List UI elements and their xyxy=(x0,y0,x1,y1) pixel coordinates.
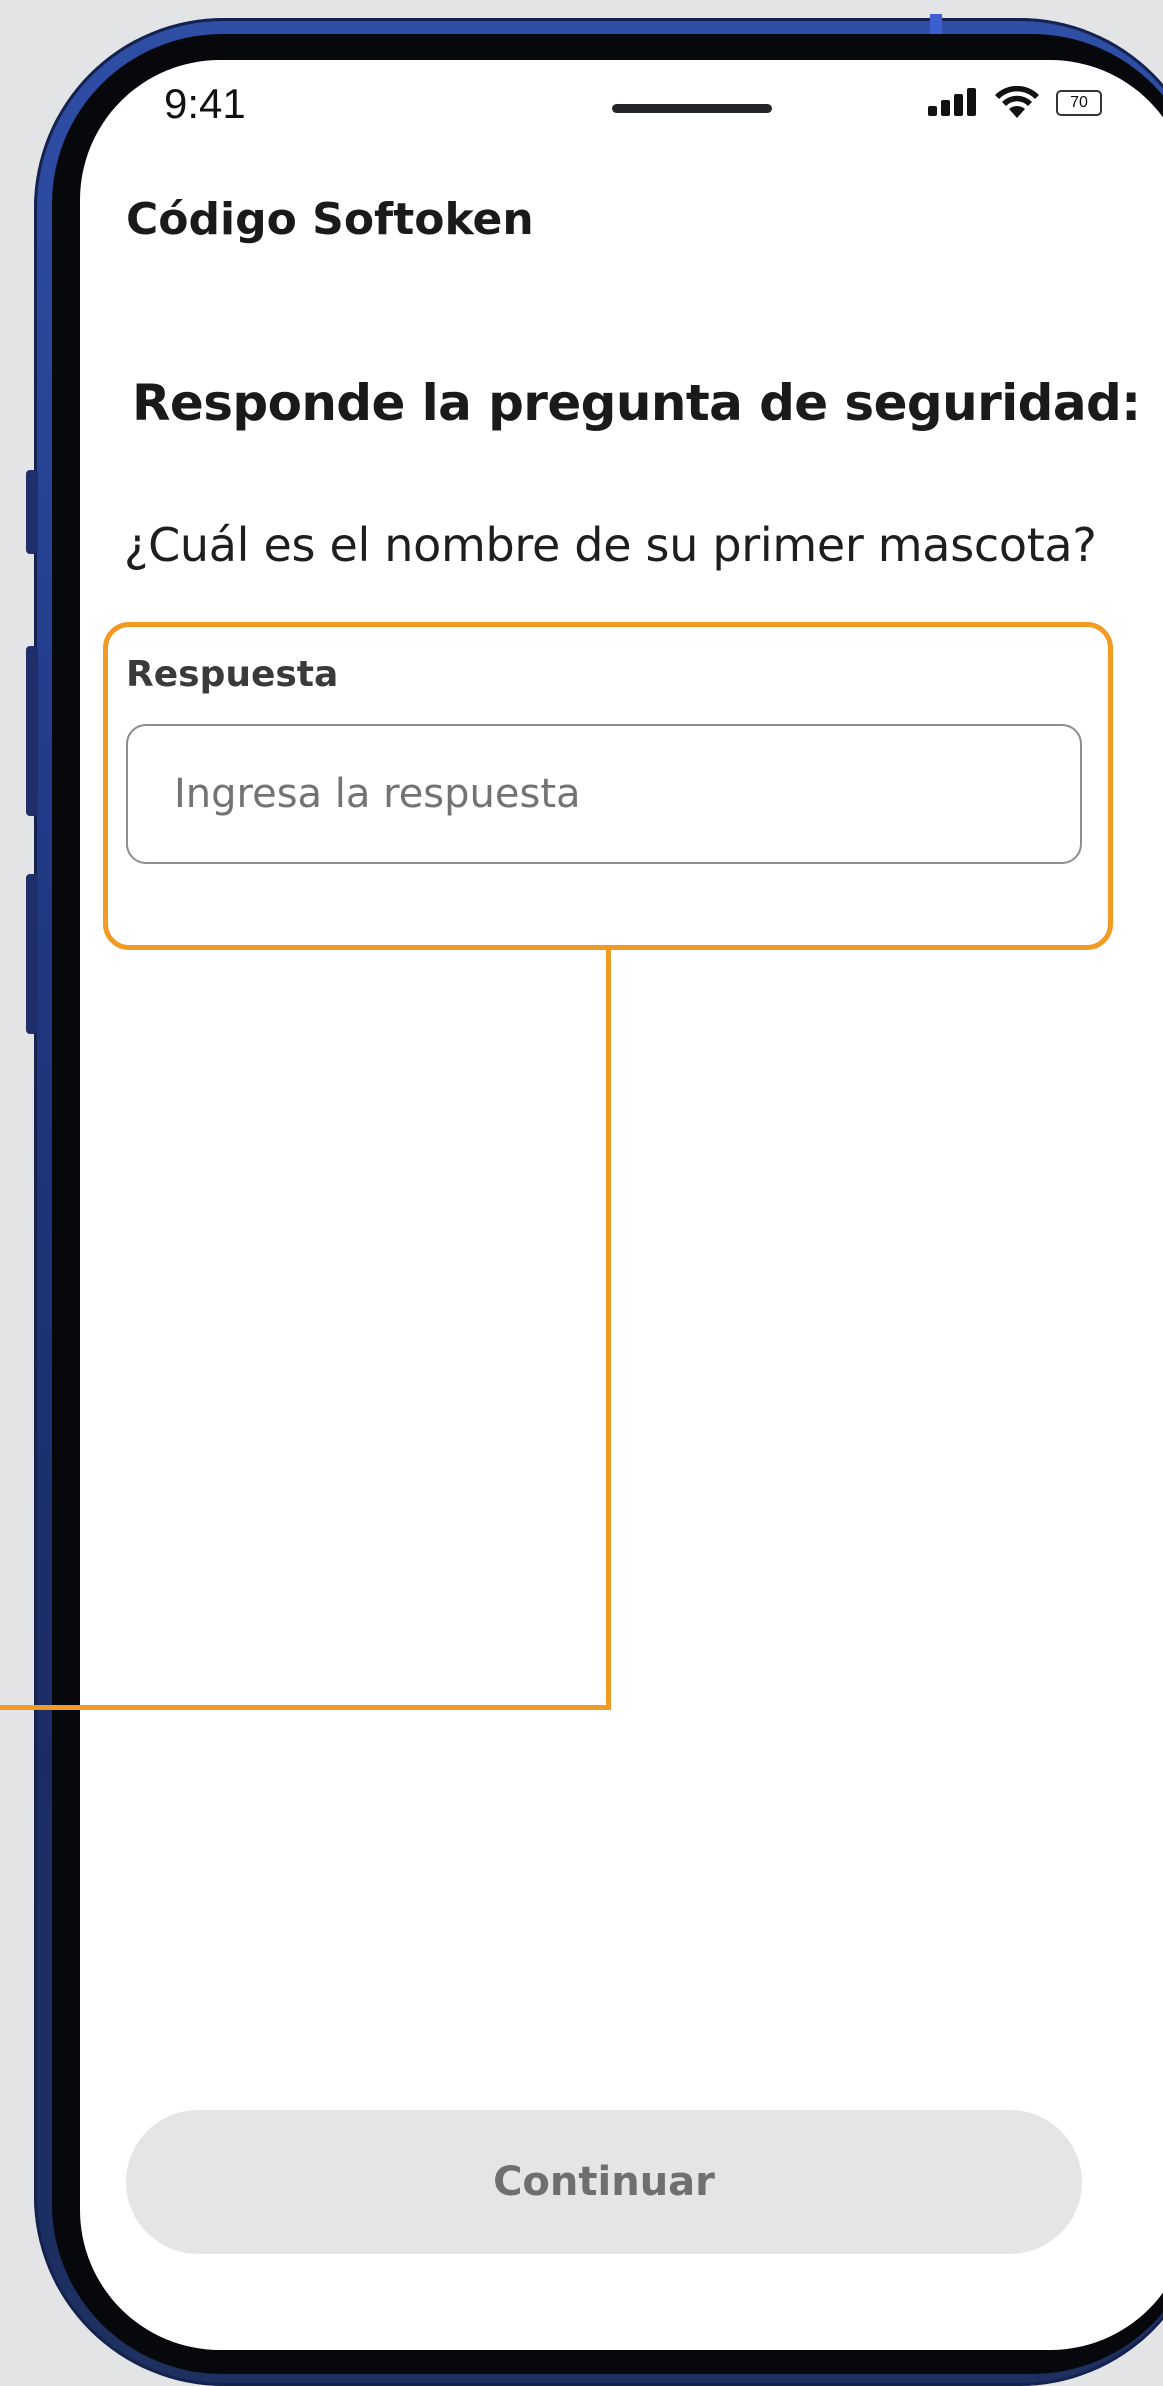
phone-mute-switch xyxy=(26,470,38,554)
security-question-text: ¿Cuál es el nombre de su primer mascota? xyxy=(124,518,1097,572)
status-time: 9:41 xyxy=(164,80,246,127)
signal-icon xyxy=(928,82,984,122)
security-question-heading: Responde la pregunta de seguridad: xyxy=(132,374,1141,432)
continue-button[interactable]: Continuar xyxy=(126,2110,1082,2254)
phone-volume-down-button xyxy=(26,874,38,1034)
battery-icon: 70 xyxy=(1056,90,1102,116)
page-title: Código Softoken xyxy=(126,194,534,245)
phone-screen: 9:41 70 Código Softoken Responde la preg… xyxy=(80,60,1163,2350)
wifi-icon xyxy=(995,86,1039,118)
annotation-highlight-box xyxy=(103,622,1113,950)
phone-volume-up-button xyxy=(26,646,38,816)
annotation-connector-horizontal xyxy=(0,1705,611,1710)
annotation-connector-vertical xyxy=(606,948,611,1710)
speaker-grille xyxy=(612,104,772,113)
status-icons: 70 xyxy=(928,82,1163,122)
phone-frame-highlight xyxy=(930,14,942,34)
